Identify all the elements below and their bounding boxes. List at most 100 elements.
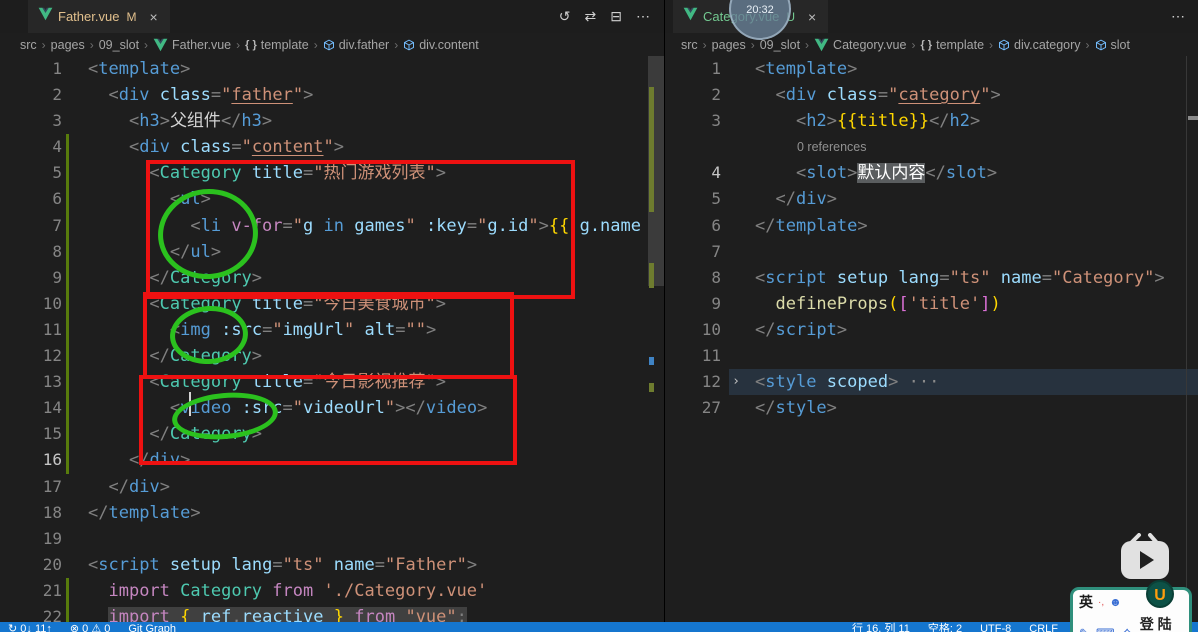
code-line-7[interactable]: 7 <li v-for="g in games" :key="g.id">{{ … [0,212,664,239]
git-added-gutter [62,395,70,422]
code-line-8[interactable]: 8 <script setup lang="ts" name="Category"… [665,265,1198,291]
code-line-6[interactable]: 6 </template> [665,213,1198,239]
editor-pane-father: Father.vue M × ↺ ⇄ ⊟ ⋯ src › pages › 09_slot › Fa… [0,0,664,632]
code-line-3[interactable]: 3 <h3>父组件</h3> [0,108,664,134]
status-item[interactable]: 行 16, 列 11 [852,622,910,632]
line-number: 17 [42,476,62,496]
breadcrumb-item-09-slot[interactable]: 09_slot [99,38,139,52]
breadcrumb-item-father-vue[interactable]: Father.vue [153,38,231,52]
code-line-15[interactable]: 15 </Category> [0,421,664,448]
breadcrumb-item-div-content[interactable]: div.content [403,38,479,52]
line-number: 7 [711,241,721,261]
line-number: 21 [42,580,62,600]
breadcrumb-item-src[interactable]: src [20,38,37,52]
code-line-10[interactable]: 10 <Category title="今日美食城市"> [0,290,664,318]
line-number: 6 [52,189,62,209]
close-icon[interactable]: × [147,9,159,25]
code-line-16[interactable]: 16 </div> [0,447,664,474]
breadcrumb-item-category-vue[interactable]: Category.vue [814,38,906,52]
overview-cursor-mark [1188,116,1198,120]
tab-father-vue[interactable]: Father.vue M × [28,0,170,33]
status-item[interactable]: 空格: 2 [928,622,962,632]
code-line-11[interactable]: 11 <img :src="imgUrl" alt=""> [0,316,664,344]
scrollbar-left[interactable] [648,56,664,622]
breadcrumb-item-div-category[interactable]: div.category [998,38,1081,52]
user-icon[interactable]: ☻ [1109,595,1122,609]
code-line-2[interactable]: 2 <div class="father"> [0,82,664,108]
code-line-1[interactable]: 1 <template> [0,56,664,82]
code-line-12[interactable]: 12 › <style scoped> ··· [665,369,1198,396]
code-line-5[interactable]: 5 <Category title="热门游戏列表"> [0,160,664,187]
gutter [721,239,729,265]
split-editor-icon[interactable]: ⊟ [610,8,622,25]
code-text: <Category title="今日美食城市"> [149,293,446,314]
breadcrumb-item-div-father[interactable]: div.father [323,38,389,52]
code-line-20[interactable]: 20 <script setup lang="ts" name="Father"> [0,552,664,578]
status-item[interactable]: CRLF [1029,622,1058,632]
git-added-gutter [62,316,70,344]
chevron-right-icon: › [394,37,399,52]
timeline-history-icon[interactable]: ↺ [559,8,571,25]
status-item[interactable]: Git Graph [128,622,176,632]
status-item[interactable]: UTF-8 [980,622,1011,632]
code-line-7[interactable]: 7 [665,239,1198,265]
gutter [62,526,70,552]
code-line-18[interactable]: 18 </template> [0,500,664,526]
status-item[interactable]: ↻ 0↓ 11↑ [8,622,52,632]
code-text: </div> [775,189,837,210]
code-line-14[interactable]: 14 <video :src="videoUrl"></video> [0,395,664,422]
keyboard-icon[interactable]: ⌨ [1096,626,1115,632]
open-changes-icon[interactable]: ⇄ [585,8,597,25]
git-added-gutter [62,369,70,396]
code-line-9[interactable]: 9 defineProps(['title']) [665,291,1198,317]
gutter [721,369,729,395]
scrollbar-right[interactable] [1186,56,1198,632]
code-text: </Category> [149,346,263,367]
code-line-2[interactable]: 2 <div class="category"> [665,82,1198,108]
code-editor-father[interactable]: 1 <template> 2 <div class="father"> 3 <h3>父… [0,56,664,632]
code-line-13[interactable]: 13 <Category title="今日影视推荐"> [0,369,664,396]
code-line-8[interactable]: 8 </ul> [0,238,664,265]
code-line-3[interactable]: 3 <h2>{{title}}</h2> [665,108,1198,134]
line-number: 16 [42,450,62,470]
more-actions-icon[interactable]: ⋯ [1171,8,1185,25]
code-line-4[interactable]: 4 <div class="content"> [0,134,664,161]
close-icon[interactable]: × [806,9,818,25]
chevron-right-icon: › [236,37,241,52]
breadcrumb-item-pages[interactable]: pages [51,38,85,52]
gutter [62,108,70,134]
status-item[interactable]: ⊗ 0 ⚠ 0 [70,622,110,632]
gutter [721,317,729,343]
fullwidth-icon[interactable]: 全 [1121,625,1134,632]
gutter [62,500,70,526]
ime-mode[interactable]: 英 [1079,592,1093,612]
code-line-6[interactable]: 6 <ul> [0,186,664,213]
breadcrumb-item-09-slot[interactable]: 09_slot [760,38,800,52]
code-line-19[interactable]: 19 [0,526,664,552]
code-line-12[interactable]: 12 </Category> [0,343,664,370]
code-line-10[interactable]: 10 </script> [665,317,1198,343]
codelens-row[interactable]: 0 references [665,134,1198,160]
fold-gutter [729,213,743,239]
code-line-4[interactable]: 4 <slot>默认内容</slot> [665,160,1198,186]
code-line-1[interactable]: 1 <template> [665,56,1198,82]
line-number: 1 [52,59,62,78]
code-line-5[interactable]: 5 </div> [665,186,1198,212]
code-line-9[interactable]: 9 </Category> [0,264,664,291]
code-line-17[interactable]: 17 </div> [0,474,664,500]
ime-u-badge[interactable]: U [1146,580,1174,608]
gutter [721,343,729,369]
breadcrumb-item-template[interactable]: { } template [920,38,984,52]
fold-chevron-icon[interactable]: › [729,369,743,396]
breadcrumb-item-src[interactable]: src [681,38,698,52]
pen-icon[interactable]: ✎ [1079,626,1090,632]
line-number: 4 [52,137,62,157]
code-line-11[interactable]: 11 [665,343,1198,369]
code-line-27[interactable]: 27 </style> [665,395,1198,421]
breadcrumb-item-pages[interactable]: pages [712,38,746,52]
breadcrumb-item-template[interactable]: { } template [245,38,309,52]
code-line-21[interactable]: 21 import Category from './Category.vue' [0,577,664,605]
breadcrumb-item-slot[interactable]: slot [1095,38,1130,52]
more-actions-icon[interactable]: ⋯ [636,8,650,25]
